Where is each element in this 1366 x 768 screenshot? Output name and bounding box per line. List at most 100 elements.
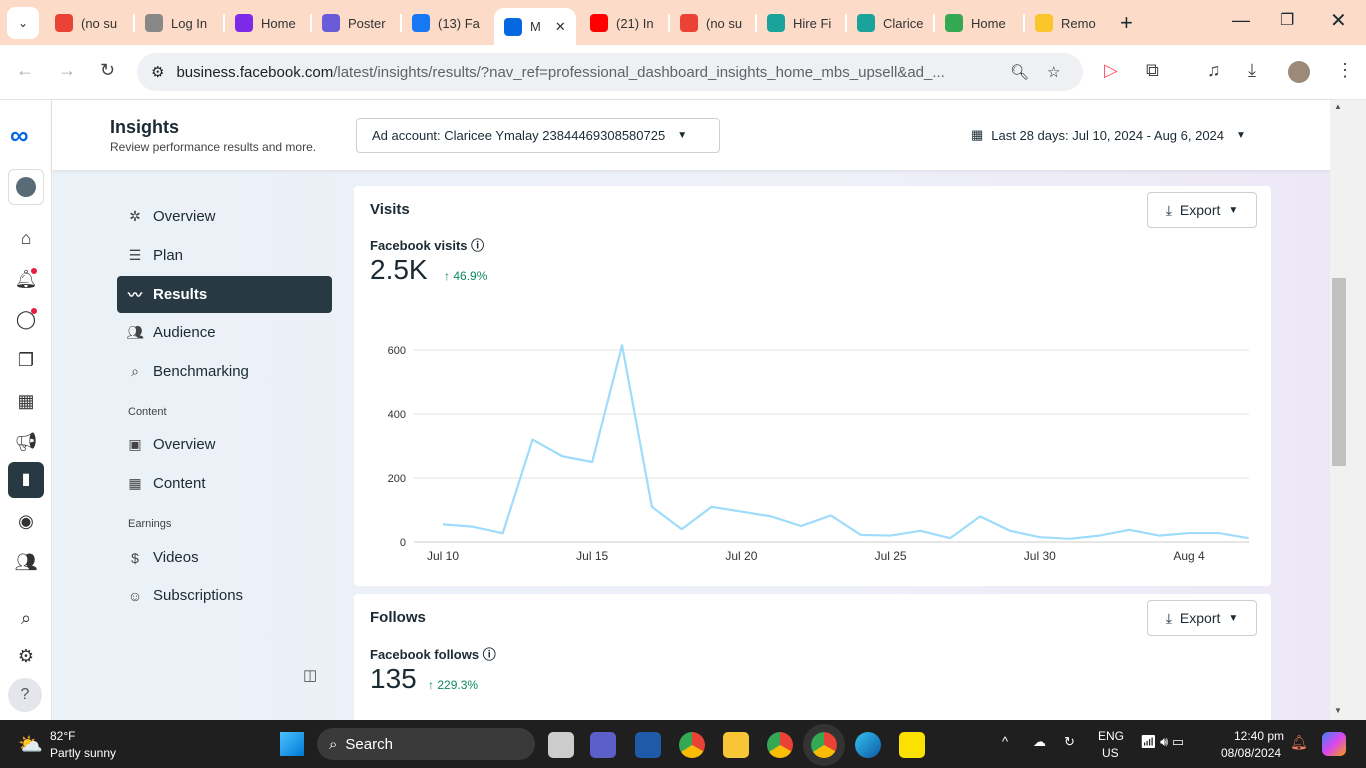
browser-tab[interactable]: Remo <box>1035 8 1105 38</box>
nav-label: Subscriptions <box>153 587 244 604</box>
tab-label: Clarice <box>883 15 924 31</box>
media-control-icon[interactable]: ♫ <box>1207 60 1221 81</box>
browser-tab[interactable]: (13) Fa <box>412 8 482 38</box>
sidebar-item-benchmarking[interactable]: ⌕ Benchmarking <box>117 353 332 390</box>
back-icon[interactable]: ← <box>16 60 34 81</box>
close-tab-icon[interactable]: ✕ <box>555 19 566 35</box>
browser-tab[interactable]: Home <box>235 8 305 38</box>
browser-menu-icon[interactable]: ⋮ <box>1336 60 1354 81</box>
reload-icon[interactable]: ↻ <box>100 60 115 81</box>
browser-tab[interactable]: (no su <box>55 8 125 38</box>
monetization-icon[interactable]: ◉ <box>14 509 38 533</box>
address-bar[interactable]: ⚙ business.facebook.com/latest/insights/… <box>137 53 1083 91</box>
home-icon[interactable]: ⌂ <box>14 226 38 250</box>
sidebar-item-overview[interactable]: ✲ Overview <box>117 198 332 235</box>
restore-button[interactable]: ❐ <box>1280 10 1294 30</box>
ads-megaphone-icon[interactable]: 📢︎ <box>14 430 38 454</box>
planner-table-icon[interactable]: ▦ <box>14 389 38 413</box>
meta-logo-icon[interactable]: ∞ <box>10 120 29 151</box>
network-tray-icon[interactable]: ☁ <box>1033 734 1046 750</box>
youtube-icon <box>590 14 608 32</box>
wifi-volume-battery-icons[interactable]: 📶︎ 🔊︎ ▭ <box>1140 734 1184 750</box>
weather-temp: 82°F <box>50 729 76 743</box>
search-rail-icon[interactable]: ⌕ <box>14 606 38 630</box>
chrome-profile-icon[interactable] <box>767 732 793 758</box>
export-label: Export <box>1179 610 1221 626</box>
ad-account-dropdown[interactable]: Ad account: Claricee Ymalay 238444693085… <box>356 118 720 153</box>
search-icon: ⌕ <box>329 735 338 753</box>
browser-tab[interactable]: (no su <box>680 8 750 38</box>
kakaotalk-icon[interactable] <box>899 732 925 758</box>
search-label: Search <box>345 735 393 753</box>
lang-1[interactable]: ENG <box>1098 729 1124 743</box>
section-heading-content: Content <box>128 406 167 418</box>
tab-label: Remo <box>1061 15 1096 31</box>
clock-date[interactable]: 08/08/2024 <box>1221 746 1281 760</box>
start-button[interactable] <box>280 732 304 756</box>
sidebar-item-subscriptions[interactable]: ☺ Subscriptions <box>117 577 332 614</box>
tray-chevron-icon[interactable]: ^ <box>1002 734 1008 749</box>
notification-bell-icon[interactable]: 🔔︎ <box>1290 734 1308 751</box>
browser-tab[interactable]: (21) In <box>590 8 660 38</box>
zoom-icon[interactable]: 🔍︎ <box>1010 63 1029 81</box>
sidebar-item-audience[interactable]: 👥︎ Audience <box>117 314 332 351</box>
posts-icon[interactable]: ❐ <box>14 348 38 372</box>
taskbar-search[interactable]: ⌕ Search <box>317 728 535 760</box>
sync-tray-icon[interactable]: ↻ <box>1064 734 1075 750</box>
audience-rail-icon[interactable]: 👥︎ <box>14 550 38 574</box>
new-tab-button[interactable]: + <box>1120 10 1133 36</box>
edge-icon[interactable] <box>855 732 881 758</box>
teams-icon[interactable] <box>590 732 616 758</box>
download-icon[interactable]: ⤓ <box>1248 60 1256 81</box>
page-avatar[interactable] <box>8 169 44 205</box>
copilot-icon[interactable] <box>1322 732 1346 756</box>
info-icon: ⓘ <box>482 647 496 662</box>
forward-icon[interactable]: → <box>58 60 76 81</box>
tab-label: Home <box>261 15 296 31</box>
task-view-icon[interactable] <box>548 732 574 758</box>
page-scrollbar[interactable]: ▲ ▼ <box>1330 100 1366 720</box>
browser-tab[interactable]: Clarice <box>857 8 927 38</box>
extension-icon[interactable]: ▷ <box>1104 60 1118 81</box>
weather-icon[interactable]: ⛅ <box>18 732 43 757</box>
site-info-icon[interactable]: ⚙ <box>151 63 164 81</box>
tab-label: M <box>530 19 541 34</box>
y-tick-label: 400 <box>388 409 406 421</box>
sidebar-item-content[interactable]: ▦ Content <box>117 465 332 502</box>
minimize-button[interactable]: — <box>1232 10 1250 31</box>
calendar-icon: ▦ <box>971 127 984 142</box>
chrome-icon[interactable] <box>679 732 705 758</box>
url-host: business.facebook.com <box>176 63 334 81</box>
y-tick-label: 0 <box>400 537 406 549</box>
clock-time[interactable]: 12:40 pm <box>1234 729 1284 743</box>
sidebar-item-videos[interactable]: $ Videos <box>117 539 332 576</box>
help-icon[interactable]: ? <box>8 678 42 712</box>
ew-app-icon[interactable] <box>635 732 661 758</box>
metric-value: 135 <box>370 663 417 694</box>
close-window-button[interactable]: ✕ <box>1330 8 1347 33</box>
browser-tab[interactable]: Home <box>945 8 1015 38</box>
nav-label: Overview <box>153 436 216 453</box>
bookmark-star-icon[interactable]: ☆ <box>1047 63 1060 81</box>
lang-2[interactable]: US <box>1102 746 1119 760</box>
browser-tab[interactable]: Hire Fi <box>767 8 837 38</box>
page-title: Insights <box>110 117 180 137</box>
insights-icon[interactable]: ▮ <box>8 462 44 498</box>
settings-icon[interactable]: ⚙ <box>14 644 38 668</box>
browser-tab[interactable]: Poster <box>322 8 392 38</box>
collapse-sidebar-icon[interactable]: ◫ <box>303 666 317 684</box>
extensions-puzzle-icon[interactable]: ⧉ <box>1146 60 1159 81</box>
browser-tab[interactable]: Log In <box>145 8 215 38</box>
sidebar-item-plan[interactable]: ☰ Plan <box>117 237 332 274</box>
file-explorer-icon[interactable] <box>723 732 749 758</box>
sidebar-item-results[interactable]: 〰 Results <box>117 276 332 313</box>
profile-avatar[interactable] <box>1288 61 1310 83</box>
left-rail: ∞ ⌂ 🔔︎ ◯ ❐ ▦ 📢︎ ▮ ◉ 👥︎ ⌕ ⚙ ? <box>0 100 52 720</box>
export-button[interactable]: ⤓ Export ▼ <box>1147 600 1257 636</box>
date-range-picker[interactable]: ▦ Last 28 days: Jul 10, 2024 - Aug 6, 202… <box>971 127 1246 143</box>
section-heading-earnings: Earnings <box>128 518 172 530</box>
chrome-active-icon[interactable] <box>803 724 845 766</box>
tab-search-button[interactable]: ⌄ <box>7 7 39 39</box>
sidebar-item-content-overview[interactable]: ▣ Overview <box>117 426 332 463</box>
browser-tab[interactable]: M ✕ <box>494 8 576 45</box>
